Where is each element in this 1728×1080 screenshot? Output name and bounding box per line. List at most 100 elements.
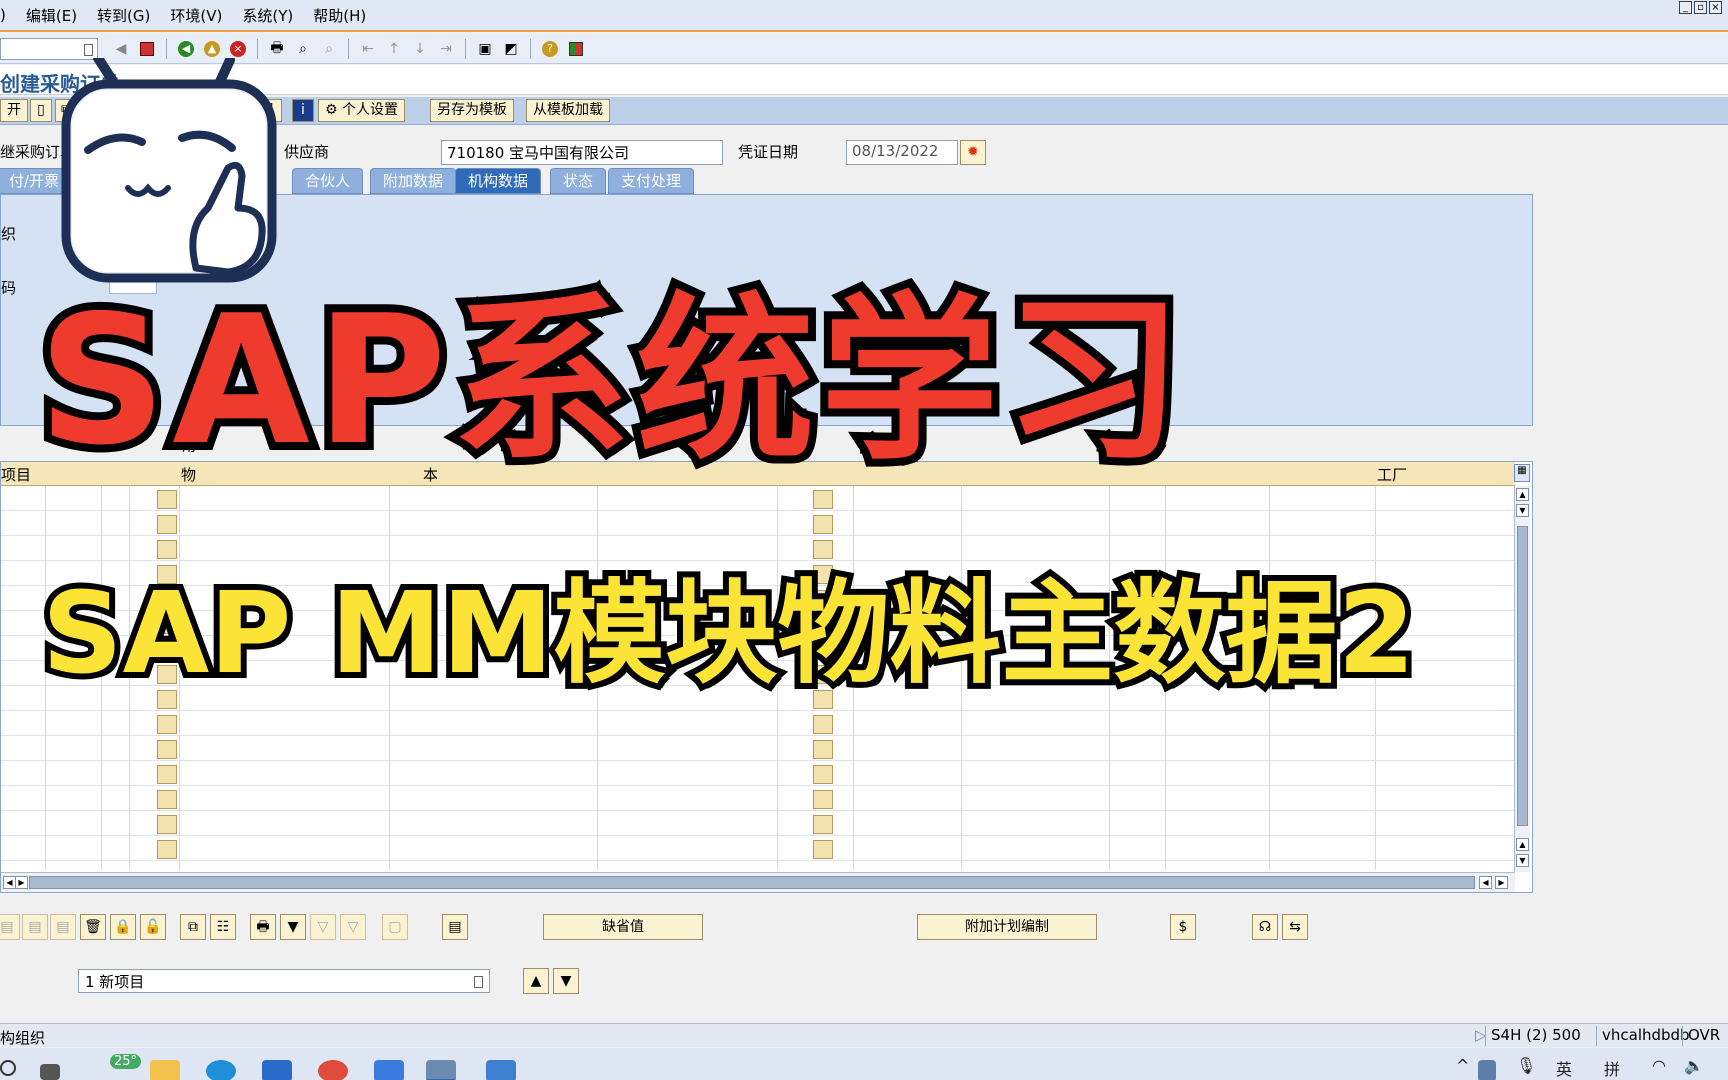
item-selector[interactable]: 1 新项目 <box>78 969 490 993</box>
menu-item-system[interactable]: 系统(Y) <box>242 5 293 26</box>
scroll-page-up-icon[interactable]: ▲ <box>1516 838 1529 851</box>
headset-icon[interactable]: ☊ <box>1252 914 1278 940</box>
horizontal-scroll-thumb[interactable] <box>29 876 1475 889</box>
help-icon[interactable]: ? <box>539 38 561 60</box>
task-view-icon[interactable] <box>40 1064 60 1080</box>
find-next-icon[interactable]: ⌕ <box>318 38 340 60</box>
delete-icon[interactable]: 🗑 <box>80 914 106 940</box>
last-page-icon[interactable]: ⇥ <box>435 38 457 60</box>
back-arrow-icon[interactable]: ◀ <box>110 38 132 60</box>
scroll-page-down-icon[interactable]: ▼ <box>1516 504 1529 517</box>
vertical-scroll-thumb[interactable] <box>1517 526 1528 826</box>
split-icon[interactable]: ☷ <box>210 914 236 940</box>
shortcut-icon[interactable]: ◩ <box>500 38 522 60</box>
new-session-icon[interactable]: ▣ <box>474 38 496 60</box>
scroll-right-icon[interactable]: ▶ <box>1495 876 1508 889</box>
print-icon[interactable]: 🖶 <box>250 914 276 940</box>
save-icon[interactable] <box>136 38 158 60</box>
vertical-scrollbar[interactable]: ▲ ▼ ▲ ▼ <box>1514 486 1530 872</box>
wifi-icon[interactable]: ◠ <box>1652 1056 1666 1075</box>
exit-icon[interactable]: ▲ <box>201 38 223 60</box>
tray-chevron-icon[interactable]: ^ <box>1456 1056 1469 1075</box>
file-explorer-icon[interactable] <box>150 1060 180 1080</box>
scroll-up-icon[interactable]: ▲ <box>1516 488 1529 501</box>
unlock-icon[interactable]: 🔓 <box>140 914 166 940</box>
row-checkbox[interactable] <box>157 490 177 509</box>
detail-icon[interactable]: ▤ <box>0 914 20 940</box>
cancel-icon[interactable]: × <box>227 38 249 60</box>
row-checkbox[interactable] <box>813 515 833 534</box>
grid-config-icon[interactable]: ▦ <box>1514 464 1530 482</box>
find-icon[interactable]: ⌕ <box>292 38 314 60</box>
volume-icon[interactable]: 🔈 <box>1684 1056 1704 1075</box>
store-icon[interactable] <box>262 1060 292 1080</box>
print-icon[interactable]: 🖶 <box>266 38 288 60</box>
filter-icon[interactable]: ▼ <box>280 914 306 940</box>
item-next-icon[interactable]: ▼ <box>553 968 579 994</box>
col-header-plant[interactable]: 工厂 <box>1377 464 1407 485</box>
transfer-icon[interactable]: ⇆ <box>1282 914 1308 940</box>
edge-browser-icon[interactable] <box>206 1060 236 1080</box>
menu-item-partial[interactable]: ) <box>0 6 6 24</box>
filter-off-icon[interactable]: ▽ <box>310 914 336 940</box>
minimize-icon[interactable]: _ <box>1679 1 1692 14</box>
document-date-field[interactable]: 08/13/2022 <box>846 140 958 165</box>
restore-icon[interactable]: ▫ <box>1694 1 1707 14</box>
default-values-button[interactable]: 缺省值 <box>543 914 703 940</box>
vendor-field[interactable]: 710180 宝马中国有限公司 <box>441 140 723 165</box>
row-checkbox[interactable] <box>813 715 833 734</box>
tab-status[interactable]: 状态 <box>550 168 607 194</box>
item-previous-icon[interactable]: ▲ <box>523 968 549 994</box>
menu-item-goto[interactable]: 转到(G) <box>97 5 150 26</box>
copy-icon[interactable]: ⧉ <box>180 914 206 940</box>
tab-additional-data[interactable]: 附加数据 <box>370 168 457 194</box>
calendar-icon[interactable]: ✹ <box>960 140 986 165</box>
tab-partners[interactable]: 合伙人 <box>292 168 364 194</box>
search-icon[interactable] <box>0 1060 16 1076</box>
row-checkbox[interactable] <box>157 740 177 759</box>
personal-settings-button[interactable]: ⚙ 个人设置 <box>318 99 406 122</box>
close-window-icon[interactable]: × <box>1709 1 1722 14</box>
tab-payment-processing[interactable]: 支付处理 <box>608 168 695 194</box>
doc-icon[interactable]: ▤ <box>22 914 48 940</box>
tray-shield-icon[interactable] <box>1478 1060 1496 1080</box>
back-icon[interactable]: ◀ <box>175 38 197 60</box>
scroll-left-end-icon[interactable]: ◀ <box>1479 876 1492 889</box>
scroll-down-icon[interactable]: ▼ <box>1516 854 1529 867</box>
row-checkbox[interactable] <box>157 815 177 834</box>
load-from-template-button[interactable]: 从模板加载 <box>526 99 610 122</box>
weather-widget[interactable]: 25° <box>110 1054 142 1069</box>
row-checkbox[interactable] <box>157 540 177 559</box>
row-checkbox[interactable] <box>813 840 833 859</box>
layout-menu-icon[interactable] <box>565 38 587 60</box>
chrome-icon[interactable] <box>318 1060 348 1080</box>
currency-icon[interactable]: $ <box>1170 914 1196 940</box>
menu-item-environment[interactable]: 环境(V) <box>170 5 222 26</box>
row-checkbox[interactable] <box>157 515 177 534</box>
new-document-icon[interactable]: ▯ <box>30 99 52 122</box>
clipboard-icon[interactable]: ▢ <box>382 914 408 940</box>
menu-item-help[interactable]: 帮助(H) <box>313 5 366 26</box>
row-checkbox[interactable] <box>813 815 833 834</box>
notepad-icon[interactable] <box>486 1060 516 1080</box>
tab-org-data[interactable]: 机构数据 <box>455 168 542 194</box>
col-header-item[interactable]: 项目 <box>1 464 31 485</box>
row-checkbox[interactable] <box>157 765 177 784</box>
ime-english[interactable]: 英 <box>1556 1056 1572 1080</box>
menu-item-edit[interactable]: 编辑(E) <box>26 5 77 26</box>
row-checkbox[interactable] <box>813 740 833 759</box>
row-checkbox[interactable] <box>157 790 177 809</box>
sap-logon-icon[interactable] <box>426 1060 456 1080</box>
additional-planning-button[interactable]: 附加计划编制 <box>917 914 1097 940</box>
row-checkbox[interactable] <box>813 540 833 559</box>
save-as-template-button[interactable]: 另存为模板 <box>430 99 514 122</box>
list-icon[interactable]: ▤ <box>442 914 468 940</box>
microphone-icon[interactable]: 🎙 <box>1516 1056 1536 1075</box>
lock-icon[interactable]: 🔒 <box>110 914 136 940</box>
first-page-icon[interactable]: ⇤ <box>357 38 379 60</box>
horizontal-scrollbar[interactable]: ◀ ▶ ◀ ▶ <box>1 872 1515 892</box>
ime-pinyin[interactable]: 拼 <box>1604 1056 1620 1080</box>
filter-edit-icon[interactable]: ▽ <box>340 914 366 940</box>
row-checkbox[interactable] <box>157 840 177 859</box>
command-field[interactable] <box>0 37 98 60</box>
